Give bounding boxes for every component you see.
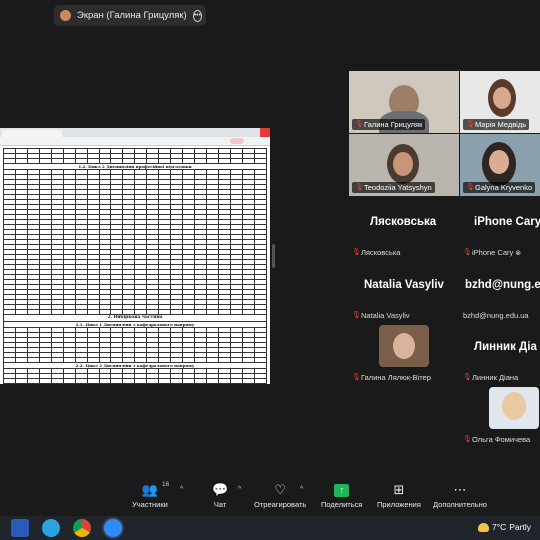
browser-address-bar <box>0 137 270 146</box>
participant-name: iPhone Cary <box>472 248 514 257</box>
table-section-heading: 2. Вибіркова частина <box>3 314 267 322</box>
participants-count: 16 <box>162 481 170 488</box>
muted-mic-icon: 🎙 <box>355 183 364 191</box>
shared-screen[interactable]: 1.2. Цикл 2 Дисципліни професійної підго… <box>0 128 270 384</box>
more-icon: ⋯ <box>453 482 467 497</box>
participant-display-name: Лясковська <box>370 216 437 228</box>
participant-name-tag: 🎙 Ольга Фомичева <box>463 435 530 444</box>
screen-share-label: Экран (Галина Грицуляк) <box>77 10 187 21</box>
apps-icon: ⊞ <box>393 482 405 497</box>
weather-text: Partly <box>509 522 531 532</box>
participants-icon: 👥 <box>141 482 159 497</box>
muted-mic-icon: 🎙 <box>352 311 361 319</box>
participant-tile[interactable]: 🎙 Ольга Фомичева <box>460 384 540 446</box>
participant-name: Марія Медвідь <box>475 120 527 129</box>
participant-name-tag: 🎙 Teodoziia Yatsyshyn <box>352 182 435 193</box>
muted-mic-icon: 🎙 <box>466 120 475 128</box>
apps-label: Приложения <box>377 500 421 509</box>
section-title: 2. Вибіркова частина <box>3 314 267 322</box>
chat-button[interactable]: 💬 Чат <box>212 482 228 509</box>
meeting-toolbar: 👥 Участники 16 ^ 💬 Чат ^ ♡ Отреагировать… <box>0 478 540 516</box>
participant-tile[interactable]: 🎙 Teodoziia Yatsyshyn <box>349 134 459 196</box>
participant-tile[interactable]: iPhone Cary 🎙 iPhone Cary ⊗ <box>460 197 540 259</box>
partly-cloudy-icon <box>478 522 489 532</box>
more-button[interactable]: ⋯ Дополнительно <box>433 482 487 509</box>
more-label: Дополнительно <box>433 500 487 509</box>
screen-share-indicator[interactable]: Экран (Галина Грицуляк) ••• <box>54 5 206 26</box>
participant-video <box>489 150 509 174</box>
participant-name: Линник Діана <box>472 373 519 382</box>
participant-name-tag: 🎙 iPhone Cary ⊗ <box>463 248 521 257</box>
participant-tile[interactable]: 🎙 Galyna Kryvenko <box>460 134 540 196</box>
react-caret-icon[interactable]: ^ <box>300 486 303 493</box>
participant-name: bzhd@nung.edu.ua <box>463 311 529 320</box>
participant-name-tag: 🎙 Марія Медвідь <box>463 119 530 130</box>
participants-label: Участники <box>132 500 168 509</box>
participant-name-tag: 🎙 Линник Діана <box>463 373 518 382</box>
no-video-icon: ⊗ <box>515 249 522 257</box>
participant-name: Галина Лялюк-Вітер <box>361 373 431 382</box>
participant-name: Natalia Vasyliv <box>361 311 410 320</box>
curriculum-table: 1.2. Цикл 2 Дисципліни професійної підго… <box>3 148 268 384</box>
presenter-avatar <box>60 10 71 21</box>
top-bar: Экран (Галина Грицуляк) ••• <box>0 0 540 30</box>
curriculum-document: 1.2. Цикл 2 Дисципліни професійної підго… <box>0 146 270 384</box>
share-screen-icon: ↑ <box>334 484 350 497</box>
windows-taskbar: 7°C Partly <box>0 516 540 540</box>
zoom-icon[interactable] <box>104 519 122 537</box>
browser-close-button <box>260 128 270 137</box>
share-label: Поделиться <box>321 500 363 509</box>
react-label: Отреагировать <box>254 500 307 509</box>
participant-name-tag: 🎙 Natalia Vasyliv <box>352 311 410 320</box>
word-icon[interactable] <box>11 519 29 537</box>
participant-name: Ольга Фомичева <box>472 435 531 444</box>
participant-tile[interactable]: 🎙 Галина Грицуляк <box>349 71 459 133</box>
participant-display-name: bzhd@nung.e <box>465 279 540 291</box>
participants-caret-icon[interactable]: ^ <box>180 486 183 493</box>
participant-display-name: Natalia Vasyliv <box>364 279 444 291</box>
participant-video <box>393 152 413 176</box>
react-button[interactable]: ♡ Отреагировать <box>254 482 306 509</box>
participant-tile[interactable]: Лясковська 🎙 Лясковська <box>349 197 459 259</box>
muted-mic-icon: 🎙 <box>463 373 472 381</box>
muted-mic-icon: 🎙 <box>355 120 364 128</box>
muted-mic-icon: 🎙 <box>352 248 361 256</box>
participant-name-tag: 🎙 Галина Грицуляк <box>352 119 426 130</box>
weather-temp: 7°C <box>492 522 507 532</box>
participant-name: Teodoziia Yatsyshyn <box>364 183 432 192</box>
table-row <box>3 383 268 384</box>
participant-name-tag: 🎙 Galyna Kryvenko <box>463 182 536 193</box>
chat-icon: 💬 <box>212 482 229 497</box>
participant-display-name: Линник Діа <box>474 341 537 353</box>
browser-tab <box>2 130 62 137</box>
participant-name: Лясковська <box>361 248 401 257</box>
chat-caret-icon[interactable]: ^ <box>238 486 241 493</box>
participant-tile[interactable]: 🎙 Марія Медвідь <box>460 71 540 133</box>
participant-tile[interactable]: 🎙 Галина Лялюк-Вітер <box>349 322 459 384</box>
heart-icon: ♡ <box>274 482 286 497</box>
participant-display-name: iPhone Cary <box>474 216 540 228</box>
split-resize-handle[interactable] <box>272 244 275 268</box>
participant-name-tag: bzhd@nung.edu.ua <box>463 311 529 320</box>
participant-name-tag: 🎙 Галина Лялюк-Вітер <box>352 373 431 382</box>
participant-name: Galyna Kryvenko <box>475 183 533 192</box>
muted-mic-icon: 🎙 <box>463 248 472 256</box>
telegram-icon[interactable] <box>42 519 60 537</box>
participant-tile[interactable]: Natalia Vasyliv 🎙 Natalia Vasyliv <box>349 260 459 322</box>
participant-name-tag: 🎙 Лясковська <box>352 248 400 257</box>
participant-tile[interactable]: bzhd@nung.e bzhd@nung.edu.ua <box>460 260 540 322</box>
share-screen-button[interactable]: ↑ Поделиться <box>321 482 362 509</box>
muted-mic-icon: 🎙 <box>466 183 475 191</box>
apps-button[interactable]: ⊞ Приложения <box>377 482 421 509</box>
muted-mic-icon: 🎙 <box>352 373 361 381</box>
more-options-icon[interactable]: ••• <box>192 9 203 22</box>
weather-widget[interactable]: 7°C Partly <box>478 522 531 532</box>
muted-mic-icon: 🎙 <box>463 435 472 443</box>
chrome-icon[interactable] <box>73 519 91 537</box>
browser-tab-bar <box>0 128 270 137</box>
participant-tile[interactable]: Линник Діа 🎙 Линник Діана <box>460 322 540 384</box>
participant-video <box>493 87 511 109</box>
participant-name: Галина Грицуляк <box>364 120 423 129</box>
chat-label: Чат <box>213 500 227 509</box>
